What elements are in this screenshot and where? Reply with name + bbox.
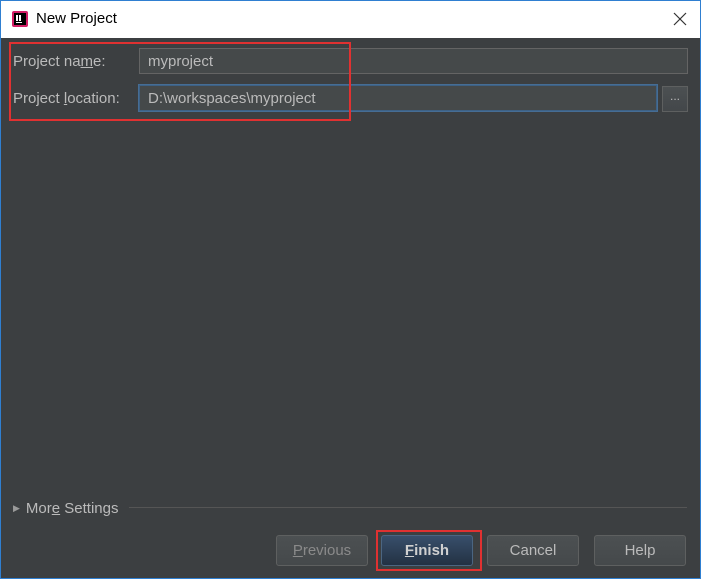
window-title: New Project: [36, 10, 117, 27]
help-button[interactable]: Help: [594, 535, 686, 566]
intellij-idea-icon: [12, 11, 28, 27]
browse-button[interactable]: ...: [662, 86, 688, 112]
cancel-button[interactable]: Cancel: [487, 535, 579, 566]
more-settings-separator: [129, 507, 687, 508]
triangle-right-icon: ▶: [13, 502, 20, 513]
more-settings-toggle[interactable]: ▶ More Settings: [13, 498, 118, 518]
new-project-dialog: New Project Project name: myproject Proj…: [0, 0, 701, 579]
close-button[interactable]: [668, 7, 692, 31]
more-settings-label: More Settings: [25, 499, 119, 517]
title-bar: New Project: [1, 1, 700, 38]
close-icon: [673, 12, 687, 26]
dialog-content: Project name: myproject Project location…: [1, 38, 700, 578]
annotation-highlight-fields: [9, 42, 351, 121]
previous-button[interactable]: Previous: [276, 535, 368, 566]
annotation-highlight-finish: [376, 530, 482, 571]
